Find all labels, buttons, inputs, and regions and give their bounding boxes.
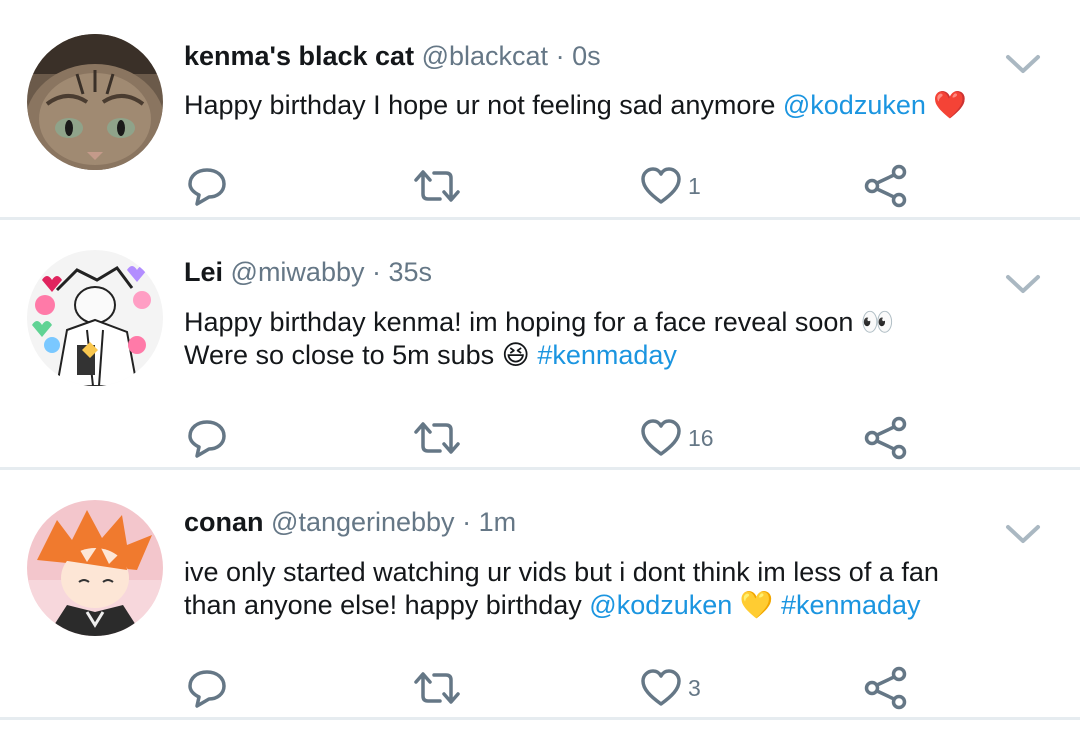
- display-name[interactable]: Lei: [184, 257, 223, 287]
- reply-button[interactable]: [185, 665, 229, 711]
- avatar[interactable]: [27, 500, 163, 636]
- tweet-header: conan @tangerinebby · 1m: [184, 506, 516, 538]
- text-line: than anyone else! happy birthday @kodzuk…: [184, 589, 939, 622]
- display-name[interactable]: kenma's black cat: [184, 41, 414, 71]
- text-segment: ive only started watching ur vids but i …: [184, 557, 939, 587]
- like-button[interactable]: 16: [640, 415, 714, 461]
- separator: ·: [555, 41, 565, 71]
- chevron-down-icon[interactable]: [1005, 272, 1041, 296]
- text-line: Were so close to 5m subs 😆 #kenmaday: [184, 339, 895, 372]
- cat-photo-avatar-icon: [27, 34, 163, 170]
- share-button[interactable]: [864, 415, 908, 461]
- divider: [0, 717, 1080, 720]
- timestamp[interactable]: 1m: [479, 507, 517, 537]
- eyes-emoji: 👀: [860, 307, 895, 338]
- display-name[interactable]: conan: [184, 507, 264, 537]
- avatar[interactable]: [27, 34, 163, 170]
- like-button[interactable]: 3: [640, 665, 701, 711]
- tweet-3[interactable]: conan @tangerinebby · 1m ive only starte…: [0, 470, 1080, 710]
- mention-link[interactable]: @kodzuken: [589, 590, 732, 620]
- like-icon: [641, 419, 681, 456]
- like-count: 1: [688, 172, 701, 199]
- retweet-icon: [414, 422, 460, 454]
- hashtag-link[interactable]: #kenmaday: [537, 340, 677, 370]
- orange-hair-avatar-icon: [27, 500, 163, 636]
- tweet-header: kenma's black cat @blackcat · 0s: [184, 40, 601, 72]
- timestamp[interactable]: 35s: [389, 257, 433, 287]
- retweet-icon: [414, 672, 460, 704]
- timestamp[interactable]: 0s: [572, 41, 601, 71]
- avatar[interactable]: [27, 250, 163, 386]
- like-button[interactable]: 1: [640, 163, 701, 209]
- separator: ·: [462, 507, 472, 537]
- text-segment: Happy birthday kenma! im hoping for a fa…: [184, 307, 861, 337]
- handle[interactable]: @tangerinebby: [271, 507, 455, 537]
- separator: ·: [372, 257, 381, 287]
- tweet-text: Happy birthday kenma! im hoping for a fa…: [184, 306, 895, 372]
- reply-icon: [188, 670, 226, 708]
- retweet-button[interactable]: [412, 415, 462, 461]
- heart-emoji: ❤️: [933, 90, 968, 121]
- like-count: 16: [688, 424, 714, 451]
- text-segment: than anyone else! happy birthday: [184, 590, 590, 620]
- tweet-header: Lei @miwabby · 35s: [184, 256, 432, 288]
- tweet-text: ive only started watching ur vids but i …: [184, 556, 939, 622]
- handle[interactable]: @miwabby: [231, 257, 365, 287]
- tweet-1[interactable]: kenma's black cat @blackcat · 0s Happy b…: [0, 0, 1080, 218]
- tweet-text: Happy birthday I hope ur not feeling sad…: [184, 89, 967, 122]
- text-line: ive only started watching ur vids but i …: [184, 556, 939, 589]
- like-icon: [641, 669, 681, 706]
- share-icon: [864, 666, 907, 710]
- chevron-down-icon[interactable]: [1005, 522, 1041, 546]
- tweet-2[interactable]: Lei @miwabby · 35s Happy birthday kenma!…: [0, 220, 1080, 460]
- retweet-button[interactable]: [412, 163, 462, 209]
- tweet-actions: 16: [0, 415, 1080, 461]
- reply-button[interactable]: [185, 415, 229, 461]
- share-button[interactable]: [864, 665, 908, 711]
- chevron-down-icon[interactable]: [1005, 52, 1041, 76]
- tweet-actions: 3: [0, 665, 1080, 711]
- yellow-heart-emoji: 💛: [739, 590, 774, 621]
- handle[interactable]: @blackcat: [422, 41, 548, 71]
- share-icon: [864, 164, 907, 208]
- reply-icon: [188, 420, 226, 458]
- like-count: 3: [688, 674, 701, 701]
- share-button[interactable]: [864, 163, 908, 209]
- text-segment: Happy birthday I hope ur not feeling sad…: [184, 90, 783, 120]
- retweet-icon: [414, 170, 460, 202]
- mention-link[interactable]: @kodzuken: [783, 90, 926, 120]
- text-segment: Were so close to 5m subs: [184, 340, 502, 370]
- hashtag-link[interactable]: #kenmaday: [781, 590, 921, 620]
- anime-sketch-avatar-icon: [27, 250, 163, 386]
- retweet-button[interactable]: [412, 665, 462, 711]
- laughing-emoji: 😆: [501, 340, 530, 371]
- text-line: Happy birthday kenma! im hoping for a fa…: [184, 306, 895, 339]
- share-icon: [864, 416, 907, 460]
- reply-icon: [188, 168, 226, 206]
- like-icon: [641, 167, 681, 204]
- tweet-actions: 1: [0, 163, 1080, 209]
- reply-button[interactable]: [185, 163, 229, 209]
